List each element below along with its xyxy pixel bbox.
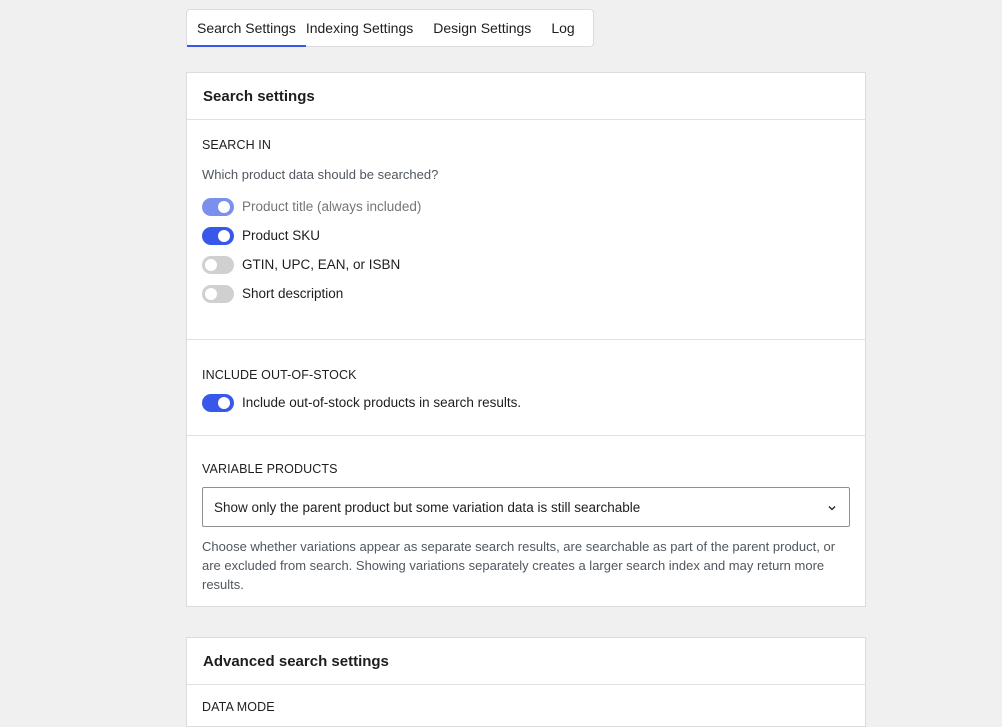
- section-help: Choose whether variations appear as sepa…: [202, 539, 836, 592]
- section-heading: VARIABLE PRODUCTS: [202, 462, 338, 476]
- toggle-label[interactable]: Short description: [242, 286, 343, 301]
- product-sku-toggle[interactable]: [202, 226, 234, 245]
- tab-search-settings[interactable]: Search Settings: [187, 10, 306, 47]
- tab-indexing-settings[interactable]: Indexing Settings: [306, 10, 433, 46]
- tab-design-settings[interactable]: Design Settings: [433, 10, 551, 46]
- card-title: Advanced search settings: [187, 638, 865, 685]
- tab-label: Indexing Settings: [305, 20, 414, 36]
- card-title: Search settings: [187, 73, 865, 120]
- toggle-label[interactable]: Include out-of-stock products in search …: [242, 395, 521, 410]
- tab-label: Design Settings: [433, 20, 532, 36]
- out-of-stock-section: INCLUDE OUT-OF-STOCK Include out-of-stoc…: [187, 340, 865, 436]
- toggle-knob: [218, 200, 230, 213]
- toggle-label: Product title (always included): [242, 199, 422, 214]
- variable-products-select[interactable]: Show only the parent product but some va…: [202, 487, 850, 527]
- chevron-down-icon: [828, 506, 836, 511]
- option-short-description: Short description: [202, 279, 850, 308]
- section-heading: INCLUDE OUT-OF-STOCK: [202, 368, 357, 382]
- section-heading: SEARCH IN: [202, 138, 271, 152]
- search-in-section: SEARCH IN Which product data should be s…: [187, 120, 865, 340]
- section-heading: DATA MODE: [202, 700, 275, 714]
- product-title-toggle: [202, 197, 234, 216]
- option-out-of-stock: Include out-of-stock products in search …: [202, 388, 850, 417]
- search-settings-card: Search settings SEARCH IN Which product …: [186, 72, 866, 607]
- select-value: Show only the parent product but some va…: [214, 499, 641, 515]
- toggle-knob: [218, 229, 230, 242]
- gtin-toggle[interactable]: [202, 255, 234, 274]
- settings-tabs: Search Settings Indexing Settings Design…: [186, 9, 594, 47]
- toggle-label[interactable]: GTIN, UPC, EAN, or ISBN: [242, 257, 400, 272]
- toggle-label[interactable]: Product SKU: [242, 228, 320, 243]
- option-product-sku: Product SKU: [202, 221, 850, 250]
- advanced-search-settings-card: Advanced search settings DATA MODE: [186, 637, 866, 727]
- out-of-stock-toggle[interactable]: [202, 393, 234, 412]
- option-product-title: Product title (always included): [202, 192, 850, 221]
- short-description-toggle[interactable]: [202, 284, 234, 303]
- section-help: Which product data should be searched?: [202, 167, 439, 182]
- tab-log[interactable]: Log: [551, 10, 584, 46]
- toggle-knob: [218, 396, 230, 409]
- tab-label: Search Settings: [197, 20, 296, 36]
- tab-label: Log: [551, 20, 575, 36]
- variable-products-section: VARIABLE PRODUCTS Show only the parent p…: [187, 436, 865, 610]
- option-gtin: GTIN, UPC, EAN, or ISBN: [202, 250, 850, 279]
- toggle-knob: [205, 287, 217, 300]
- toggle-knob: [205, 258, 217, 271]
